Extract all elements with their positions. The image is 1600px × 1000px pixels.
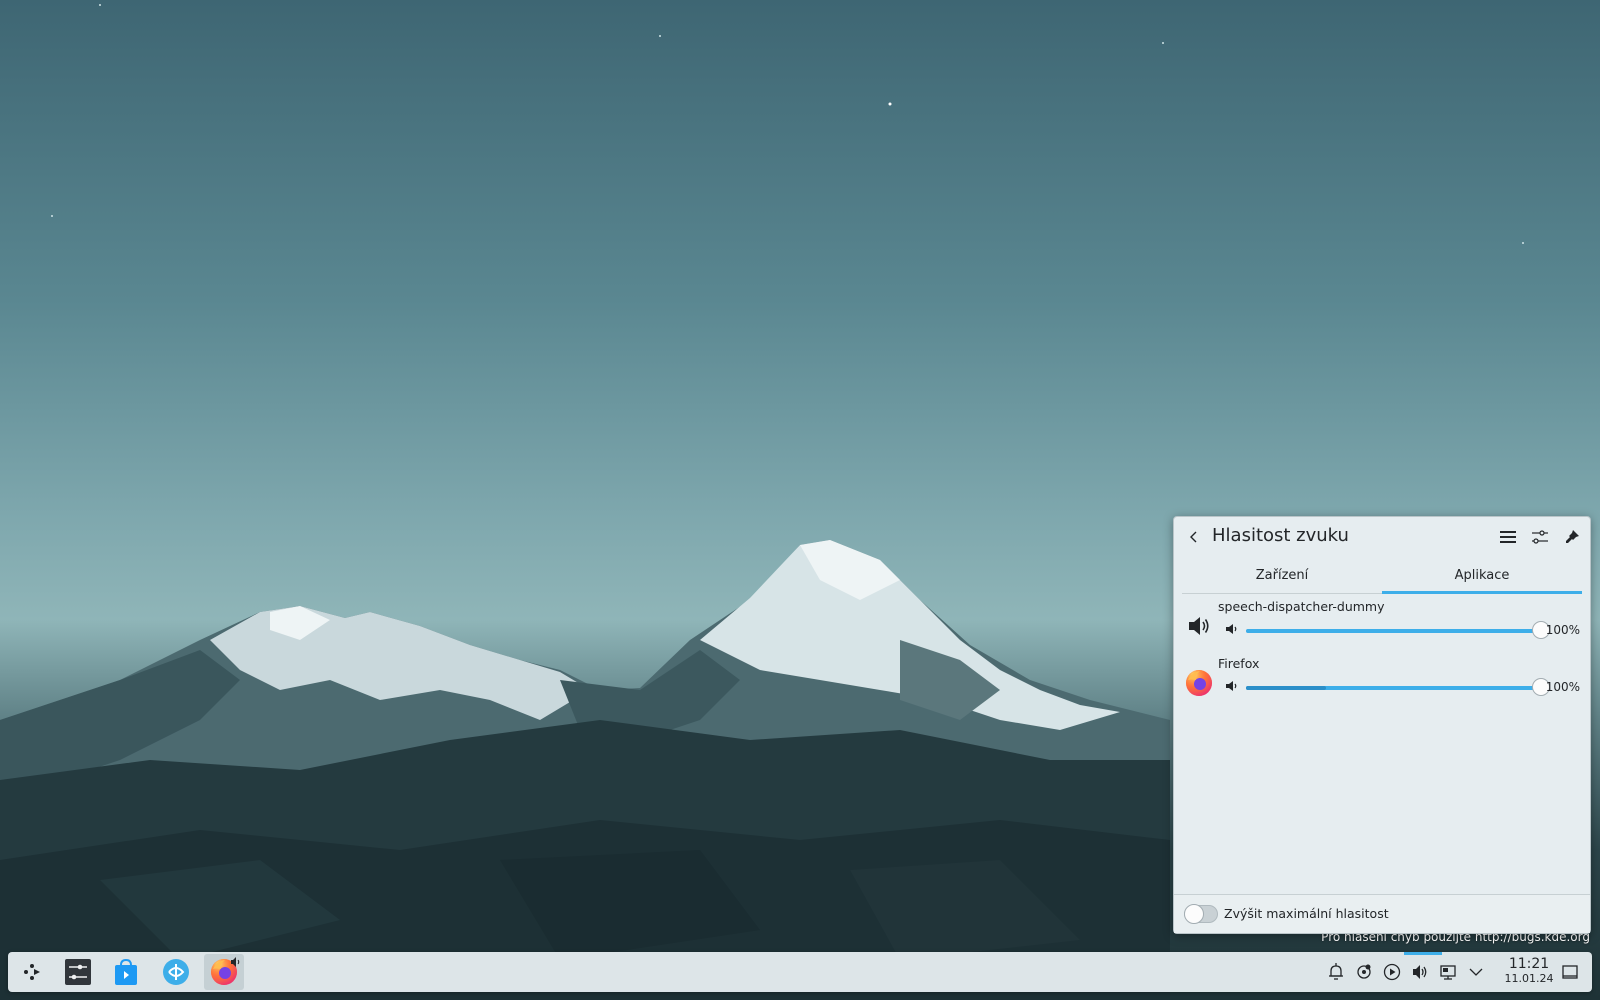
configure-audio-button[interactable] — [1528, 525, 1552, 549]
speaker-icon — [1184, 611, 1214, 641]
volume-slider[interactable] — [1246, 678, 1550, 696]
taskbar-kde-connect[interactable] — [156, 954, 196, 990]
mute-button[interactable] — [1224, 621, 1240, 637]
firefox-icon — [1184, 668, 1214, 698]
volume-icon — [1226, 681, 1237, 691]
chevron-left-icon — [1190, 531, 1197, 543]
taskbar-panel: 11:21 11.01.24 — [8, 952, 1592, 992]
notifications-icon[interactable] — [1326, 962, 1346, 982]
digital-clock[interactable]: 11:21 11.01.24 — [1494, 956, 1564, 986]
raise-max-volume-label[interactable]: Zvýšit maximální hlasitost — [1224, 906, 1389, 921]
updates-icon[interactable] — [1354, 962, 1374, 982]
taskbar-discover[interactable] — [106, 954, 146, 990]
audio-settings-sliders-icon — [1532, 530, 1548, 544]
discover-store-icon — [115, 958, 137, 985]
hamburger-menu-icon — [1500, 531, 1516, 543]
playing-audio-icon — [231, 957, 240, 967]
pin-icon — [1566, 530, 1579, 543]
pin-popup-button[interactable] — [1560, 525, 1584, 549]
network-icon[interactable] — [1438, 962, 1458, 982]
taskbar-firefox[interactable] — [204, 954, 244, 990]
popup-tabs: Zařízení Aplikace — [1182, 561, 1582, 594]
application-launcher-button[interactable] — [12, 954, 52, 990]
kde-connect-icon — [163, 959, 189, 985]
volume-icon[interactable] — [1410, 962, 1430, 982]
app-stream-row: speech-dispatcher-dummy 100% — [1174, 597, 1590, 653]
tab-applications[interactable]: Aplikace — [1382, 561, 1582, 594]
tab-devices[interactable]: Zařízení — [1182, 561, 1382, 593]
popup-footer: Zvýšit maximální hlasitost — [1174, 894, 1590, 933]
volume-icon — [1226, 624, 1237, 634]
raise-max-volume-toggle[interactable] — [1184, 904, 1218, 924]
volume-percentage: 100% — [1545, 680, 1580, 694]
expand-tray-icon[interactable] — [1466, 962, 1486, 982]
back-button[interactable] — [1182, 525, 1206, 549]
system-settings-icon — [65, 959, 91, 985]
app-stream-row: Firefox 100% — [1174, 654, 1590, 710]
application-launcher-icon — [24, 964, 40, 980]
media-player-icon[interactable] — [1382, 962, 1402, 982]
toggle-knob — [1184, 904, 1204, 924]
app-name: speech-dispatcher-dummy — [1218, 599, 1385, 614]
volume-peak-meter — [1246, 686, 1326, 690]
volume-slider[interactable] — [1246, 621, 1550, 639]
mute-button[interactable] — [1224, 678, 1240, 694]
tray-active-indicator — [1404, 952, 1442, 955]
popup-header: Hlasitost zvuku — [1174, 517, 1590, 557]
popup-title: Hlasitost zvuku — [1212, 525, 1349, 546]
volume-slider-fill — [1246, 629, 1541, 633]
show-desktop-icon[interactable] — [1560, 962, 1580, 982]
audio-volume-popup: Hlasitost zvuku Zařízení Aplikace speech… — [1173, 516, 1591, 934]
app-name: Firefox — [1218, 656, 1260, 671]
volume-percentage: 100% — [1545, 623, 1580, 637]
taskbar-system-settings[interactable] — [58, 954, 98, 990]
clock-time: 11:21 — [1508, 956, 1550, 972]
clock-date: 11.01.24 — [1504, 972, 1554, 985]
hamburger-menu-button[interactable] — [1496, 525, 1520, 549]
